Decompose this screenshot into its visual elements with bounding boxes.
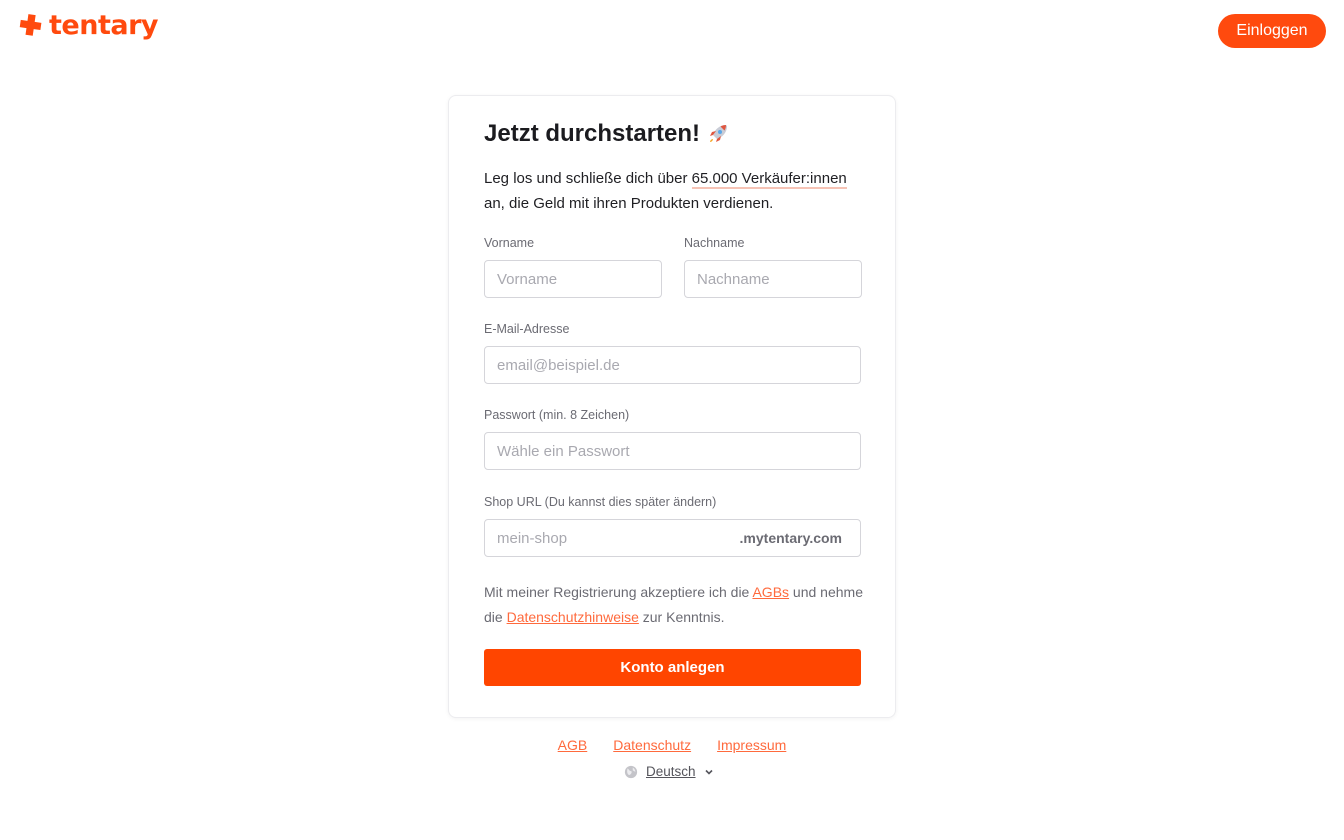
last-name-input[interactable] [684,260,862,298]
page-title: Jetzt durchstarten! [484,120,730,148]
header: tentary Einloggen [0,0,1344,60]
agb-link[interactable]: AGBs [752,584,789,600]
first-name-label: Vorname [484,236,535,250]
chevron-down-icon [704,769,713,775]
language-selector[interactable]: Deutsch [624,764,714,779]
email-label: E-Mail-Adresse [484,322,570,336]
create-account-button[interactable]: Konto anlegen [484,649,861,686]
signup-card: Jetzt durchstarten! Leg los und schließe… [448,95,896,718]
privacy-notice-link[interactable]: Datenschutzhinweise [507,609,639,625]
terms-text-3: zur Kenntnis. [638,608,725,625]
seller-count-highlight: 65.000 Verkäufer:innen [691,170,847,189]
email-input[interactable] [484,346,861,384]
last-name-label: Nachname [684,236,745,250]
brand-name: tentary [49,10,158,41]
footer-privacy-link[interactable]: Datenschutz [613,737,691,753]
login-button[interactable]: Einloggen [1218,14,1326,48]
shop-url-suffix: .mytentary.com [739,530,842,546]
shop-url-input[interactable] [485,520,740,556]
shop-url-field: .mytentary.com [484,519,861,557]
signup-subtitle: Leg los und schließe dich über 65.000 Ve… [484,166,864,216]
password-input[interactable] [484,432,861,470]
title-text: Jetzt durchstarten! [484,120,701,147]
subtitle-text-2: an, die Geld mit ihren Produkten verdien… [484,195,774,212]
globe-icon [624,765,638,778]
shop-url-label: Shop URL (Du kannst dies später ändern) [484,495,717,509]
terms-text-1: Mit meiner Registrierung akzeptiere ich … [484,584,753,600]
footer-imprint-link[interactable]: Impressum [717,737,786,753]
subtitle-text-1: Leg los und schließe dich über [484,170,692,187]
terms-notice: Mit meiner Registrierung akzeptiere ich … [484,580,864,629]
tentary-logo-icon [19,14,42,36]
brand-logo[interactable]: tentary [18,12,158,39]
footer-links: AGB Datenschutz Impressum [0,737,1344,753]
rocket-icon [710,125,728,142]
footer-agb-link[interactable]: AGB [558,737,588,753]
language-label: Deutsch [646,764,696,779]
password-label: Passwort (min. 8 Zeichen) [484,408,630,422]
first-name-input[interactable] [484,260,662,298]
